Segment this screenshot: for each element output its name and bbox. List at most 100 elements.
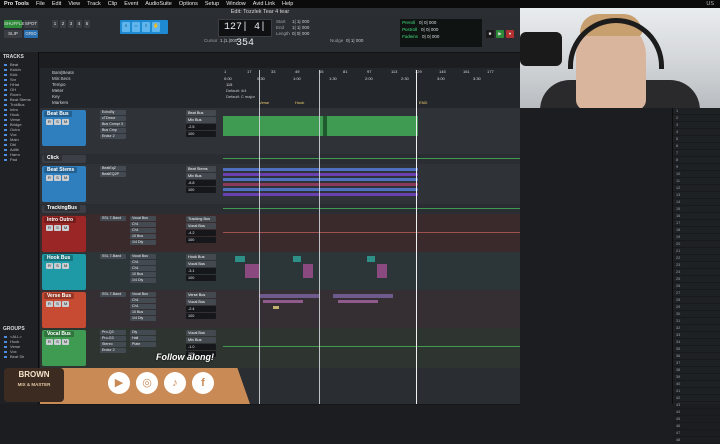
send-slot[interactable]: 1/4 Dly xyxy=(130,316,156,321)
send-slot[interactable]: 10 Bus xyxy=(130,234,156,239)
send-slot[interactable]: Ch1 xyxy=(130,260,156,265)
postroll-readout[interactable]: Postroll 0| 0| 000 xyxy=(400,26,482,33)
track-lane[interactable] xyxy=(223,154,520,164)
solo-button[interactable]: S xyxy=(54,225,61,231)
volume-readout[interactable]: -6.8 xyxy=(186,180,216,186)
insert-slot[interactable]: SSL 7-Band xyxy=(100,254,126,259)
meter-value[interactable]: Default: 4/4 xyxy=(226,88,246,93)
marker-verse[interactable]: Verse xyxy=(259,100,269,105)
selection-length[interactable]: Length 0| 0| 000 xyxy=(276,31,309,37)
mode-shuffle-button[interactable]: SHUFFLE xyxy=(4,20,25,28)
ruler-markers[interactable]: Markers xyxy=(52,100,68,105)
ruler-bars-beats[interactable]: Bars|Beats xyxy=(52,70,74,75)
zoom-preset-3[interactable]: 3 xyxy=(68,20,74,28)
preroll-readout[interactable]: Preroll 0| 0| 000 xyxy=(400,19,482,26)
mute-button[interactable]: M xyxy=(62,119,69,125)
play-button[interactable]: ▶ xyxy=(496,30,504,38)
track-name[interactable]: Click xyxy=(44,155,62,161)
zoom-preset-2[interactable]: 2 xyxy=(60,20,66,28)
send-slot[interactable]: Vocal Bus xyxy=(130,292,156,297)
audio-clip[interactable] xyxy=(223,173,418,176)
input-source[interactable]: US xyxy=(706,1,720,7)
insert-slot[interactable]: BeatEQ2P xyxy=(100,172,126,177)
send-slot[interactable]: Ch1 xyxy=(130,228,156,233)
rec-arm-button[interactable]: R xyxy=(46,339,53,345)
zoom-preset-5[interactable]: 5 xyxy=(84,20,90,28)
menu-setup[interactable]: Setup xyxy=(205,1,219,7)
solo-button[interactable]: S xyxy=(54,301,61,307)
mute-button[interactable]: M xyxy=(62,225,69,231)
nudge-readout[interactable]: Nudge 0| 1| 000 xyxy=(330,38,363,44)
menu-audiosuite[interactable]: AudioSuite xyxy=(145,1,172,7)
trim-tool-icon[interactable]: ⇔ xyxy=(132,22,140,32)
input-selector[interactable]: Beat Bus xyxy=(186,110,216,116)
mute-button[interactable]: M xyxy=(62,301,69,307)
send-slot[interactable]: Ch1 xyxy=(130,222,156,227)
tiktok-icon[interactable]: ♪ xyxy=(164,372,186,394)
audio-clip[interactable] xyxy=(223,188,418,191)
mute-button[interactable]: M xyxy=(62,263,69,269)
input-selector[interactable]: Verse Bus xyxy=(186,292,216,298)
track-name[interactable]: Hook Bus xyxy=(44,255,74,261)
ruler-min-secs[interactable]: Min:Secs xyxy=(52,76,71,81)
solo-button[interactable]: S xyxy=(54,119,61,125)
pan-readout[interactable]: 100 xyxy=(186,187,216,193)
stop-button[interactable]: ■ xyxy=(486,30,494,38)
mute-button[interactable]: M xyxy=(62,175,69,181)
menu-event[interactable]: Event xyxy=(124,1,138,7)
rec-arm-button[interactable]: R xyxy=(46,263,53,269)
track-header[interactable]: Beat Stems RSM xyxy=(42,166,86,202)
insert-slot[interactable]: Bus Compr 3 xyxy=(100,122,126,127)
mode-grid-button[interactable]: GRID xyxy=(24,30,38,38)
menu-edit[interactable]: Edit xyxy=(52,1,61,7)
zoom-preset-4[interactable]: 4 xyxy=(76,20,82,28)
menu-window[interactable]: Window xyxy=(226,1,246,7)
output-selector[interactable]: Mix Bus xyxy=(186,173,216,179)
menu-help[interactable]: Help xyxy=(282,1,293,7)
output-selector[interactable]: Mix Bus xyxy=(186,117,216,123)
rec-arm-button[interactable]: R xyxy=(46,175,53,181)
track-lane[interactable] xyxy=(223,214,520,252)
track-lane[interactable] xyxy=(223,290,520,328)
menu-view[interactable]: View xyxy=(68,1,80,7)
pan-readout[interactable]: 100 xyxy=(186,237,216,243)
send-slot[interactable]: Plate xyxy=(130,342,156,347)
input-selector[interactable]: Tracking Bus xyxy=(186,216,216,222)
facebook-icon[interactable]: f xyxy=(192,372,214,394)
track-header[interactable]: Hook Bus RSM xyxy=(42,254,86,290)
send-slot[interactable]: 10 Bus xyxy=(130,272,156,277)
insert-slot[interactable]: Pro-G3 xyxy=(100,336,126,341)
audio-clip[interactable] xyxy=(263,300,303,303)
mute-button[interactable]: M xyxy=(62,339,69,345)
playhead-cursor[interactable] xyxy=(416,70,417,404)
solo-button[interactable]: S xyxy=(54,263,61,269)
send-slot[interactable]: Vocal Bus xyxy=(130,254,156,259)
insert-slot[interactable]: BeatEq2 xyxy=(100,166,126,171)
audio-clip[interactable] xyxy=(377,264,387,278)
audio-clip[interactable] xyxy=(303,264,313,278)
app-name[interactable]: Pro Tools xyxy=(4,1,29,7)
zoom-tool-icon[interactable]: ⌕ xyxy=(122,22,130,32)
insert-slot[interactable]: EchoBy xyxy=(100,110,126,115)
track-header[interactable]: Verse Bus RSM xyxy=(42,292,86,328)
audio-clip[interactable] xyxy=(259,294,319,298)
record-button[interactable]: ● xyxy=(506,30,514,38)
track-name[interactable]: TrackingBus xyxy=(44,205,81,211)
output-selector[interactable]: Vocal Bus xyxy=(186,299,216,305)
send-slot[interactable]: Ch1 xyxy=(130,298,156,303)
audio-clip[interactable] xyxy=(367,256,375,262)
audio-clip[interactable] xyxy=(223,168,418,171)
output-selector[interactable]: Vocal Bus xyxy=(186,261,216,267)
track-lane[interactable] xyxy=(223,328,520,368)
marker-end[interactable]: END xyxy=(419,100,427,105)
volume-readout[interactable]: -1.0 xyxy=(186,344,216,350)
send-slot[interactable]: Ch1 xyxy=(130,266,156,271)
menu-clip[interactable]: Clip xyxy=(108,1,117,7)
grabber-tool-icon[interactable]: ✋ xyxy=(152,22,160,32)
audio-clip[interactable] xyxy=(293,256,301,262)
insert-slot[interactable]: Pro-Q3 xyxy=(100,330,126,335)
insert-slot[interactable]: SSL 7-Band xyxy=(100,292,126,297)
send-slot[interactable]: 1/4 Dly xyxy=(130,278,156,283)
solo-button[interactable]: S xyxy=(54,175,61,181)
audio-clip[interactable] xyxy=(245,264,259,278)
